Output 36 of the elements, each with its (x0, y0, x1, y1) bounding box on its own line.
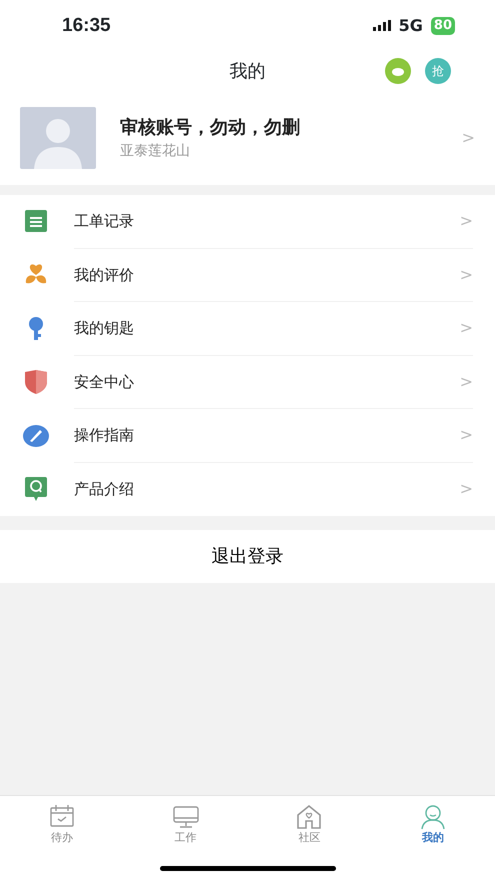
message-button[interactable] (385, 58, 411, 84)
chevron-icon: > (460, 316, 473, 340)
menu-label: 操作指南 (74, 425, 135, 446)
menu-item[interactable]: 安全中心 > (0, 356, 495, 409)
status-time: 16:35 (62, 14, 111, 38)
chevron-icon: > (460, 209, 473, 234)
menu-item[interactable]: 工单记录 > (0, 195, 495, 248)
chat-icon (22, 475, 50, 504)
tab-item[interactable]: 工作 (124, 796, 248, 881)
network-label: 5G (398, 15, 423, 37)
user-name: 审核账号，勿动，勿删 (120, 116, 301, 140)
menu-item[interactable]: 操作指南 > (0, 409, 495, 462)
menu-label: 产品介绍 (74, 479, 135, 500)
monitor-icon (172, 804, 199, 830)
battery-indicator: 80 (430, 17, 455, 35)
shield-icon (22, 368, 50, 396)
logout-button[interactable]: 退出登录 (0, 530, 495, 583)
chevron-icon: > (460, 370, 473, 394)
tab-item[interactable]: 我的 (371, 796, 495, 881)
page-title: 我的 (230, 60, 266, 84)
house-icon (296, 804, 322, 830)
menu-item[interactable]: 我的评价 > (0, 248, 495, 302)
chevron-icon: > (460, 423, 473, 448)
menu-label: 我的评价 (74, 264, 135, 286)
menu-label: 我的钥匙 (74, 318, 135, 339)
tab-item[interactable]: 社区 (248, 796, 372, 881)
menu-label: 工单记录 (74, 211, 135, 232)
person-icon (420, 804, 446, 830)
signal-icon (372, 20, 391, 32)
menu-label: 安全中心 (74, 372, 135, 392)
chevron-icon: > (460, 477, 473, 502)
menu-item[interactable]: 产品介绍 > (0, 462, 495, 516)
menu-item[interactable]: 我的钥匙 > (0, 302, 495, 356)
tab-item[interactable]: 待办 (0, 796, 124, 881)
chevron-icon: > (460, 262, 473, 287)
community-name: 亚泰莲花山 (120, 142, 191, 160)
